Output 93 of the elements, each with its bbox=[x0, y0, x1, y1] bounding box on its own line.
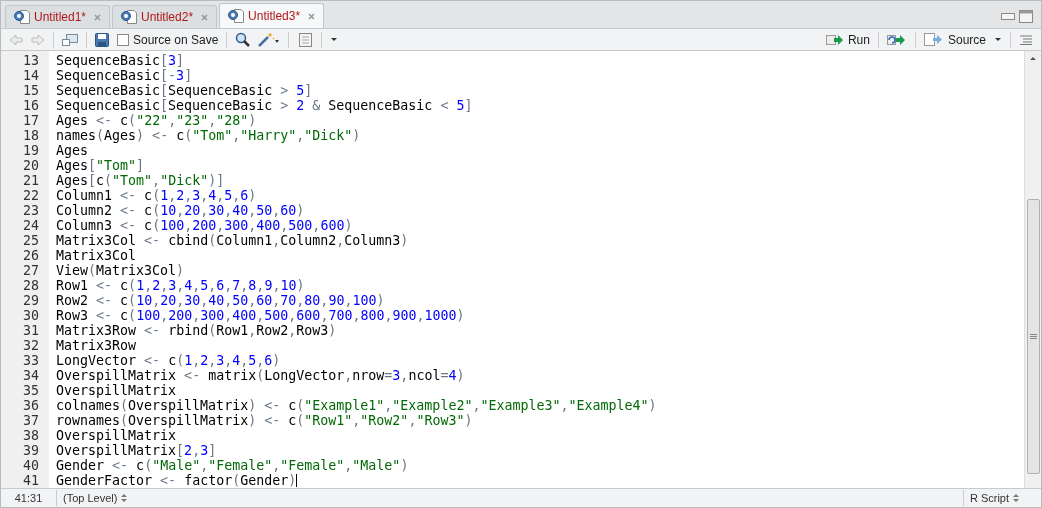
code-line: Gender <- c("Male","Female","Female","Male") bbox=[56, 458, 409, 473]
code-line: OverspillMatrix <- matrix(LongVector,nrow=3,ncol=4) bbox=[56, 368, 465, 383]
line-number: 13 bbox=[22, 53, 40, 68]
source-caret-icon[interactable] bbox=[994, 37, 1002, 42]
code-line: Row2 <- c(10,20,30,40,50,60,70,80,90,100) bbox=[56, 293, 385, 308]
code-line: colnames(OverspillMatrix) <- c("Example1","Example2","Example3","Example4") bbox=[56, 398, 657, 413]
scrollbar[interactable] bbox=[1024, 51, 1041, 488]
save-icon[interactable] bbox=[95, 32, 109, 47]
line-number: 25 bbox=[22, 233, 40, 248]
editor-tab[interactable]: Untitled2* bbox=[112, 5, 218, 28]
line-number: 19 bbox=[22, 143, 40, 158]
source-button[interactable]: Source bbox=[923, 30, 986, 49]
line-number: 38 bbox=[22, 428, 40, 443]
code-line: SequenceBasic[3] bbox=[56, 53, 185, 68]
line-number: 33 bbox=[22, 353, 40, 368]
code-line: View(Matrix3Col) bbox=[56, 263, 185, 278]
scroll-up-icon[interactable] bbox=[1029, 56, 1037, 61]
line-number: 30 bbox=[22, 308, 40, 323]
code-line: Ages[c("Tom","Dick")] bbox=[56, 173, 225, 188]
minimize-icon[interactable] bbox=[1001, 13, 1015, 20]
search-icon[interactable] bbox=[235, 32, 251, 47]
code-line: Ages bbox=[56, 143, 89, 158]
code-line: Ages <- c("22","23","28") bbox=[56, 113, 257, 128]
code-line: OverspillMatrix[2,3] bbox=[56, 443, 217, 458]
code-line: OverspillMatrix bbox=[56, 428, 177, 443]
code-line: Column2 <- c(10,20,30,40,50,60) bbox=[56, 203, 305, 218]
rerun-icon[interactable] bbox=[886, 33, 907, 46]
close-icon[interactable] bbox=[94, 13, 102, 21]
line-number: 34 bbox=[22, 368, 40, 383]
line-number: 20 bbox=[22, 158, 40, 173]
r-document-icon bbox=[14, 10, 30, 24]
source-icon bbox=[923, 33, 944, 46]
notebook-icon[interactable] bbox=[297, 32, 314, 47]
line-number: 17 bbox=[22, 113, 40, 128]
line-number: 14 bbox=[22, 68, 40, 83]
code-line: Matrix3Col <- cbind(Column1,Column2,Column3) bbox=[56, 233, 409, 248]
updown-caret-icon bbox=[1013, 494, 1019, 502]
code-line: SequenceBasic[-3] bbox=[56, 68, 193, 83]
code-line: Column3 <- c(100,200,300,400,500,600) bbox=[56, 218, 353, 233]
line-number: 32 bbox=[22, 338, 40, 353]
scope-selector[interactable]: (Top Level) bbox=[57, 489, 128, 507]
line-number: 37 bbox=[22, 413, 40, 428]
line-number: 31 bbox=[22, 323, 40, 338]
r-document-icon bbox=[228, 9, 245, 23]
popout-window-icon[interactable] bbox=[62, 32, 78, 47]
line-number: 16 bbox=[22, 98, 40, 113]
grip-icon bbox=[1029, 334, 1037, 339]
code-line: Matrix3Row bbox=[56, 338, 137, 353]
run-button[interactable]: Run bbox=[825, 30, 870, 49]
text-cursor bbox=[296, 474, 298, 487]
code-line: Row1 <- c(1,2,3,4,5,6,7,8,9,10) bbox=[56, 278, 305, 293]
code-line: Row3 <- c(100,200,300,400,500,600,700,800,900,1000) bbox=[56, 308, 465, 323]
code-line: names(Ages) <- c("Tom","Harry","Dick") bbox=[56, 128, 361, 143]
code-line: GenderFactor <- factor(Gender) bbox=[56, 473, 297, 488]
line-number: 35 bbox=[22, 383, 40, 398]
code-line: SequenceBasic[SequenceBasic > 5] bbox=[56, 83, 313, 98]
line-number: 22 bbox=[22, 188, 40, 203]
code-line: OverspillMatrix bbox=[56, 383, 177, 398]
line-number: 24 bbox=[22, 218, 40, 233]
line-number: 15 bbox=[22, 83, 40, 98]
line-number: 36 bbox=[22, 398, 40, 413]
code-line: rownames(OverspillMatrix) <- c("Row1","Row2","Row3") bbox=[56, 413, 473, 428]
code-line: Column1 <- c(1,2,3,4,5,6) bbox=[56, 188, 257, 203]
updown-caret-icon bbox=[121, 494, 128, 502]
code-line: SequenceBasic[SequenceBasic > 2 & SequenceBasic < 5] bbox=[56, 98, 473, 113]
file-type-selector[interactable]: R Script bbox=[962, 489, 1025, 507]
line-number: 28 bbox=[22, 278, 40, 293]
code-line: LongVector <- c(1,2,3,4,5,6) bbox=[56, 353, 281, 368]
magic-wand-icon[interactable] bbox=[258, 32, 281, 47]
scrollbar-thumb[interactable] bbox=[1026, 199, 1040, 474]
close-icon[interactable] bbox=[201, 13, 209, 21]
line-number: 29 bbox=[22, 293, 40, 308]
line-number: 41 bbox=[22, 473, 40, 488]
run-line-icon bbox=[825, 33, 844, 46]
code-line: Matrix3Col bbox=[56, 248, 137, 263]
line-number: 26 bbox=[22, 248, 40, 263]
r-document-icon bbox=[121, 10, 138, 24]
code-line: Ages["Tom"] bbox=[56, 158, 145, 173]
editor-tab[interactable]: Untitled1* bbox=[5, 5, 111, 28]
source-on-save-checkbox[interactable]: Source on Save bbox=[117, 30, 219, 49]
close-icon[interactable] bbox=[308, 12, 316, 20]
line-number: 21 bbox=[22, 173, 40, 188]
line-number: 23 bbox=[22, 203, 40, 218]
line-number: 39 bbox=[22, 443, 40, 458]
cursor-position: 41:31 bbox=[1, 489, 57, 507]
dropdown-caret-icon[interactable] bbox=[330, 37, 339, 42]
line-number: 40 bbox=[22, 458, 40, 473]
code-line: Matrix3Row <- rbind(Row1,Row2,Row3) bbox=[56, 323, 337, 338]
line-number: 18 bbox=[22, 128, 40, 143]
line-number: 27 bbox=[22, 263, 40, 278]
maximize-icon[interactable] bbox=[1019, 10, 1033, 23]
outline-icon[interactable] bbox=[1019, 34, 1033, 45]
editor-tab[interactable]: Untitled3* bbox=[219, 3, 325, 28]
